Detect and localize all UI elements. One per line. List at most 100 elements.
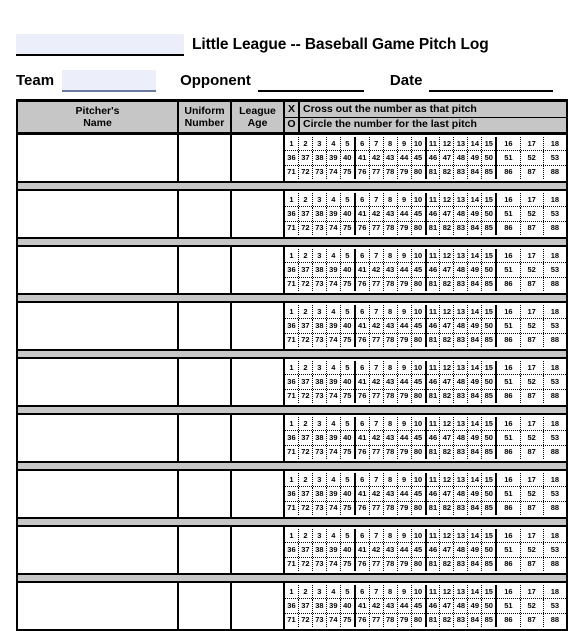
pitch-number-cell[interactable]: 75: [341, 334, 354, 347]
pitch-number-cell[interactable]: 6: [356, 529, 370, 543]
pitch-number-cell[interactable]: 4: [327, 529, 341, 543]
pitch-number-cell[interactable]: 11: [427, 193, 441, 207]
pitch-number-cell[interactable]: 8: [384, 585, 398, 599]
pitch-number-cell[interactable]: 48: [454, 487, 469, 501]
pitch-number-cell[interactable]: 78: [384, 445, 398, 459]
pitch-number-cell[interactable]: 81: [427, 165, 441, 179]
uniform-number-cell[interactable]: [178, 526, 232, 574]
pitch-number-cell[interactable]: 2: [299, 529, 313, 543]
pitch-number-cell[interactable]: 10: [412, 137, 425, 150]
pitch-number-cell[interactable]: 87: [521, 165, 544, 179]
pitch-number-cell[interactable]: 42: [370, 207, 384, 221]
pitch-number-cell[interactable]: 16: [497, 249, 521, 263]
pitch-number-cell[interactable]: 9: [398, 193, 412, 207]
pitch-number-cell[interactable]: 48: [454, 599, 469, 613]
pitch-number-cell[interactable]: 16: [497, 361, 521, 375]
pitch-number-cell[interactable]: 15: [482, 137, 495, 150]
pitch-number-cell[interactable]: 83: [454, 445, 469, 459]
pitch-number-cell[interactable]: 39: [327, 207, 341, 221]
pitch-number-cell[interactable]: 4: [327, 249, 341, 263]
pitch-number-cell[interactable]: 73: [313, 277, 327, 291]
pitch-number-cell[interactable]: 73: [313, 557, 327, 571]
pitch-number-cell[interactable]: 5: [341, 249, 354, 262]
pitch-number-cell[interactable]: 5: [341, 361, 354, 374]
pitch-number-cell[interactable]: 80: [412, 166, 425, 179]
pitch-number-cell[interactable]: 12: [440, 193, 455, 207]
pitch-number-cell[interactable]: 14: [468, 529, 483, 543]
pitch-number-cell[interactable]: 3: [313, 249, 327, 263]
pitch-number-cell[interactable]: 13: [454, 305, 469, 319]
pitch-number-cell[interactable]: 85: [482, 334, 495, 347]
pitch-number-cell[interactable]: 2: [299, 361, 313, 375]
pitcher-name-cell[interactable]: [18, 358, 179, 406]
pitch-number-cell[interactable]: 53: [544, 431, 566, 444]
pitch-number-cell[interactable]: 87: [521, 277, 544, 291]
pitch-number-cell[interactable]: 6: [356, 361, 370, 375]
pitch-number-cell[interactable]: 84: [468, 333, 483, 347]
pitch-number-cell[interactable]: 12: [440, 417, 455, 431]
pitch-number-cell[interactable]: 9: [398, 361, 412, 375]
pitch-number-cell[interactable]: 44: [398, 319, 412, 333]
pitch-number-cell[interactable]: 11: [427, 473, 441, 487]
pitch-number-cell[interactable]: 6: [356, 249, 370, 263]
pitch-number-cell[interactable]: 41: [356, 319, 370, 333]
pitch-number-cell[interactable]: 79: [398, 277, 412, 291]
pitch-number-cell[interactable]: 86: [497, 501, 521, 515]
pitch-number-cell[interactable]: 72: [299, 557, 313, 571]
pitch-number-cell[interactable]: 36: [285, 599, 299, 613]
pitch-number-cell[interactable]: 15: [482, 361, 495, 374]
pitch-number-cell[interactable]: 14: [468, 249, 483, 263]
pitch-number-cell[interactable]: 78: [384, 557, 398, 571]
pitch-number-cell[interactable]: 49: [468, 543, 483, 557]
pitch-number-cell[interactable]: 7: [370, 249, 384, 263]
pitch-number-cell[interactable]: 49: [468, 431, 483, 445]
pitch-number-cell[interactable]: 14: [468, 473, 483, 487]
pitch-number-cell[interactable]: 80: [412, 390, 425, 403]
pitch-number-cell[interactable]: 11: [427, 305, 441, 319]
pitch-number-cell[interactable]: 88: [544, 334, 566, 347]
pitch-number-cell[interactable]: 4: [327, 193, 341, 207]
pitcher-name-cell[interactable]: [18, 302, 179, 350]
pitch-number-cell[interactable]: 71: [285, 333, 299, 347]
pitch-number-cell[interactable]: 41: [356, 543, 370, 557]
pitch-number-cell[interactable]: 78: [384, 501, 398, 515]
pitch-number-cell[interactable]: 9: [398, 249, 412, 263]
pitch-number-cell[interactable]: 79: [398, 333, 412, 347]
pitch-number-cell[interactable]: 41: [356, 487, 370, 501]
pitch-number-cell[interactable]: 52: [521, 543, 544, 557]
pitch-number-cell[interactable]: 10: [412, 473, 425, 486]
pitch-number-cell[interactable]: 80: [412, 334, 425, 347]
pitch-number-cell[interactable]: 81: [427, 389, 441, 403]
pitch-number-cell[interactable]: 79: [398, 613, 412, 627]
pitch-number-cell[interactable]: 3: [313, 585, 327, 599]
pitch-number-cell[interactable]: 74: [327, 613, 341, 627]
pitch-number-cell[interactable]: 3: [313, 417, 327, 431]
pitch-number-cell[interactable]: 36: [285, 319, 299, 333]
league-age-cell[interactable]: [231, 133, 285, 182]
pitch-number-cell[interactable]: 37: [299, 487, 313, 501]
pitch-number-cell[interactable]: 36: [285, 207, 299, 221]
pitcher-name-cell[interactable]: [18, 526, 179, 574]
pitch-number-cell[interactable]: 15: [482, 417, 495, 430]
pitch-number-cell[interactable]: 12: [440, 249, 455, 263]
pitch-number-cell[interactable]: 84: [468, 501, 483, 515]
pitch-number-cell[interactable]: 84: [468, 165, 483, 179]
pitch-number-cell[interactable]: 17: [521, 249, 544, 263]
pitch-number-cell[interactable]: 40: [341, 487, 354, 500]
pitch-number-cell[interactable]: 44: [398, 375, 412, 389]
pitch-number-cell[interactable]: 42: [370, 375, 384, 389]
pitch-number-cell[interactable]: 13: [454, 473, 469, 487]
pitch-number-cell[interactable]: 51: [497, 151, 521, 165]
pitch-number-cell[interactable]: 88: [544, 558, 566, 571]
pitch-number-cell[interactable]: 43: [384, 599, 398, 613]
pitch-number-cell[interactable]: 6: [356, 137, 370, 151]
pitch-number-cell[interactable]: 77: [370, 389, 384, 403]
pitch-number-cell[interactable]: 10: [412, 193, 425, 206]
pitch-number-cell[interactable]: 47: [440, 263, 455, 277]
pitch-number-cell[interactable]: 76: [356, 389, 370, 403]
pitch-number-cell[interactable]: 4: [327, 305, 341, 319]
uniform-number-cell[interactable]: [178, 133, 232, 182]
pitch-number-cell[interactable]: 74: [327, 557, 341, 571]
pitch-number-cell[interactable]: 46: [427, 487, 441, 501]
pitch-number-cell[interactable]: 86: [497, 221, 521, 235]
